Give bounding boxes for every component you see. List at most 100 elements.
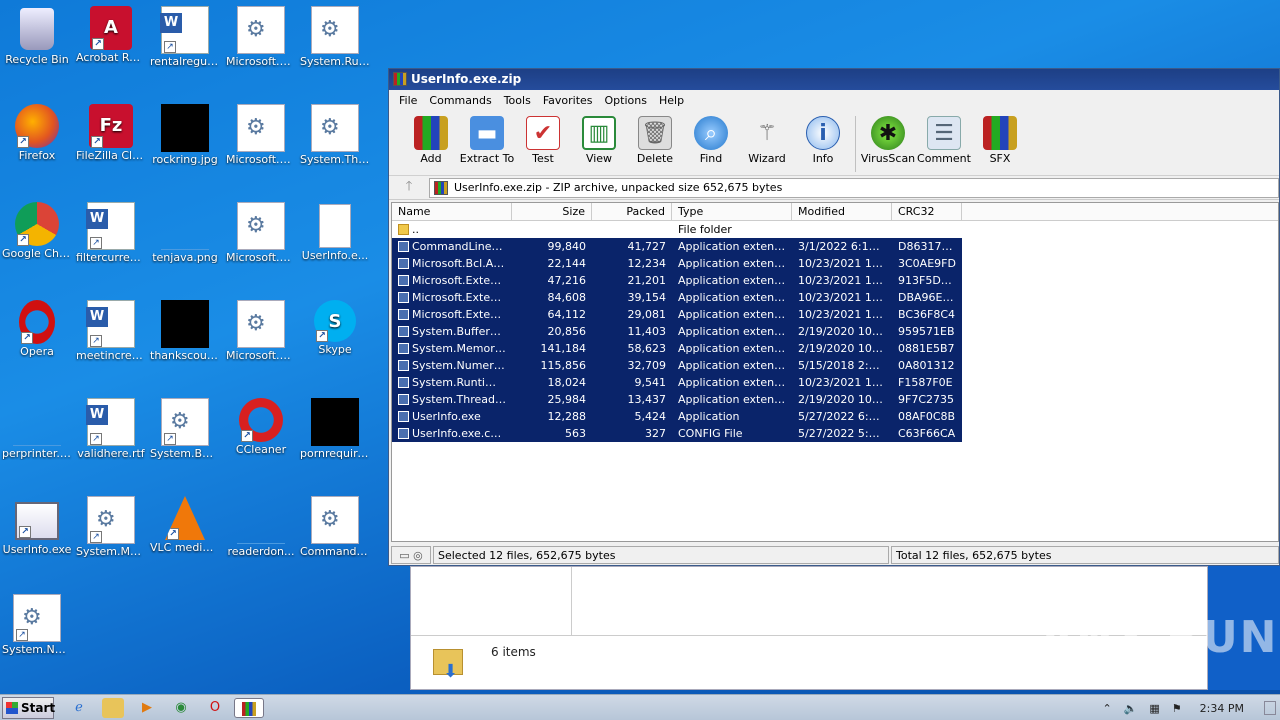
view-button[interactable]: ▥ View — [571, 110, 627, 165]
column-type[interactable]: Type — [672, 203, 792, 220]
menu-file[interactable]: File — [393, 94, 423, 107]
menu-help[interactable]: Help — [653, 94, 690, 107]
wizard-button[interactable]: ⚚ Wizard — [739, 110, 795, 166]
winrar-taskbar-icon[interactable] — [234, 698, 264, 718]
desktop-icon[interactable]: System.Thr... — [298, 104, 372, 166]
table-row[interactable]: Microsoft.Extensi... 64,112 29,081 Applicat… — [392, 306, 1278, 323]
desktop-icon[interactable]: A↗ Acrobat Reader DC — [74, 6, 148, 64]
table-row[interactable]: System.Memory.dll 141,184 58,623 Applicatio… — [392, 340, 1278, 357]
desktop-icon[interactable]: perprinter.png — [0, 398, 74, 460]
desktop-icon[interactable]: ↗ Firefox — [0, 104, 74, 162]
opera-icon[interactable]: O — [204, 698, 226, 718]
desktop-icon[interactable]: S ↗ Skype — [298, 300, 372, 356]
image-icon — [237, 496, 285, 544]
desktop-icon[interactable]: thankscour... — [148, 300, 222, 362]
delete-button[interactable]: 🗑 Delete — [627, 110, 683, 165]
test-button[interactable]: ✔ Test — [515, 110, 571, 165]
virusscan-button[interactable]: ✱ VirusScan — [860, 110, 916, 165]
desktop-icon[interactable]: CommandLi... — [298, 496, 372, 558]
table-row[interactable]: System.Threadin... 25,984 13,437 Applicatio… — [392, 391, 1278, 408]
media-player-icon[interactable]: ▶ — [136, 698, 158, 718]
desktop-icon-label: Recycle Bin — [5, 54, 69, 66]
drive-icon[interactable]: ▭ ◎ — [391, 546, 431, 564]
cell-size: 141,184 — [512, 340, 592, 357]
ie-icon[interactable]: ℯ — [68, 698, 90, 718]
desktop-icon[interactable]: Microsoft.E... — [224, 202, 298, 264]
table-row[interactable]: System.Buffers.dll 20,856 11,403 Applicatio… — [392, 323, 1278, 340]
desktop-icon[interactable]: Recycle Bin — [0, 6, 74, 66]
desktop-icon[interactable]: Microsoft.E... — [224, 104, 298, 166]
chrome-icon[interactable]: ◉ — [170, 698, 192, 718]
column-crc32[interactable]: CRC32 — [892, 203, 962, 220]
desktop-icon[interactable]: W ↗ validhere.rtf — [74, 398, 148, 460]
cell-name: System.Numerics.... — [392, 357, 512, 374]
title-bar[interactable]: UserInfo.exe.zip — [389, 69, 1279, 90]
cell-name: Microsoft.Extensi... — [392, 306, 512, 323]
menu-commands[interactable]: Commands — [423, 94, 497, 107]
winrar-window[interactable]: UserInfo.exe.zip File Commands Tools Fav… — [388, 68, 1280, 566]
file-name: Microsoft.Bcl.Asy... — [412, 257, 512, 270]
desktop-icon[interactable]: ↗ System.Me... — [74, 496, 148, 558]
column-packed[interactable]: Packed — [592, 203, 672, 220]
desktop-icon[interactable]: W ↗ rentalregula... — [148, 6, 222, 68]
show-desktop-icon[interactable] — [1264, 701, 1276, 715]
address-field[interactable]: UserInfo.exe.zip - ZIP archive, unpacked… — [429, 177, 1279, 198]
network-icon[interactable]: ▦ — [1149, 702, 1159, 715]
up-arrow-icon[interactable]: 🡑 — [389, 177, 429, 199]
menu-options[interactable]: Options — [599, 94, 653, 107]
file-name: CommandLinePar... — [412, 240, 512, 253]
desktop-icon[interactable]: System.Run... — [298, 6, 372, 68]
desktop-icon[interactable]: ↗ System.Nu... — [0, 594, 74, 656]
explorer-icon[interactable] — [102, 698, 124, 718]
start-button[interactable]: Start — [2, 697, 55, 719]
cell-size: 20,856 — [512, 323, 592, 340]
desktop-icon[interactable]: ↗ UserInfo.exe — [0, 496, 74, 556]
desktop-icon[interactable]: ↗ VLC media player — [148, 496, 222, 554]
desktop-icon[interactable]: rockring.jpg — [148, 104, 222, 166]
desktop-icon[interactable]: tenjava.png — [148, 202, 222, 264]
desktop-icon[interactable]: ↗ CCleaner — [224, 398, 298, 456]
desktop-icon[interactable]: ↗ Google Chrome — [0, 202, 74, 260]
flag-icon[interactable]: ⚑ — [1172, 702, 1182, 715]
table-row[interactable]: CommandLinePar... 99,840 41,727 Application… — [392, 238, 1278, 255]
desktop-icon[interactable]: ↗ System.Buf... — [148, 398, 222, 460]
desktop-icon[interactable]: ↗ Opera — [0, 300, 74, 358]
cell-crc: DBA96E47 — [892, 289, 962, 306]
extract-to-button[interactable]: ▬ Extract To — [459, 110, 515, 165]
column-modified[interactable]: Modified — [792, 203, 892, 220]
clock[interactable]: 2:34 PM — [1200, 702, 1244, 715]
comment-button[interactable]: ☰ Comment — [916, 110, 972, 165]
table-row[interactable]: System.Runtime.... 18,024 9,541 Application… — [392, 374, 1278, 391]
desktop-icon[interactable]: Fz ↗ FileZilla Client — [74, 104, 148, 162]
speaker-icon[interactable]: 🔈 — [1124, 702, 1138, 715]
cell-packed: 9,541 — [592, 374, 672, 391]
menu-favorites[interactable]: Favorites — [537, 94, 599, 107]
desktop-icon[interactable]: W ↗ meetincrea... — [74, 300, 148, 362]
desktop-icon[interactable]: Microsoft.B... — [224, 6, 298, 68]
file-list[interactable]: Name Size Packed Type Modified CRC32 .. F… — [391, 202, 1279, 542]
window-title: UserInfo.exe.zip — [411, 72, 522, 86]
column-name[interactable]: Name — [392, 203, 512, 220]
table-row[interactable]: .. File folder — [392, 221, 1278, 238]
desktop-icon[interactable]: pornrequire... — [298, 398, 372, 460]
file-name: System.Runtime.... — [412, 376, 512, 389]
desktop-icon[interactable]: Microsoft.E... — [224, 300, 298, 362]
desktop-icon[interactable]: W ↗ filtercurrent... — [74, 202, 148, 264]
info-button[interactable]: i Info — [795, 110, 851, 165]
table-row[interactable]: Microsoft.Extensi... 84,608 39,154 Applicat… — [392, 289, 1278, 306]
table-row[interactable]: UserInfo.exe 12,288 5,424 Application 5/27/2… — [392, 408, 1278, 425]
desktop-icon[interactable]: UserInfo.e... — [298, 202, 372, 262]
desktop-icon[interactable]: readerdon... — [224, 496, 298, 558]
find-button[interactable]: ⌕ Find — [683, 110, 739, 165]
sfx-button[interactable]: SFX — [972, 110, 1028, 165]
table-row[interactable]: Microsoft.Bcl.Asy... 22,144 12,234 Applicat… — [392, 255, 1278, 272]
menu-tools[interactable]: Tools — [498, 94, 537, 107]
exe-icon: ↗ — [15, 502, 59, 540]
add-button[interactable]: Add — [403, 110, 459, 165]
chevron-up-icon[interactable]: ⌃ — [1102, 702, 1111, 715]
cell-crc: 959571EB — [892, 323, 962, 340]
table-row[interactable]: UserInfo.exe.co... 563 327 CONFIG File 5/27/… — [392, 425, 1278, 442]
table-row[interactable]: Microsoft.Extensi... 47,216 21,201 Applicat… — [392, 272, 1278, 289]
table-row[interactable]: System.Numerics.... 115,856 32,709 Applicat… — [392, 357, 1278, 374]
column-size[interactable]: Size — [512, 203, 592, 220]
